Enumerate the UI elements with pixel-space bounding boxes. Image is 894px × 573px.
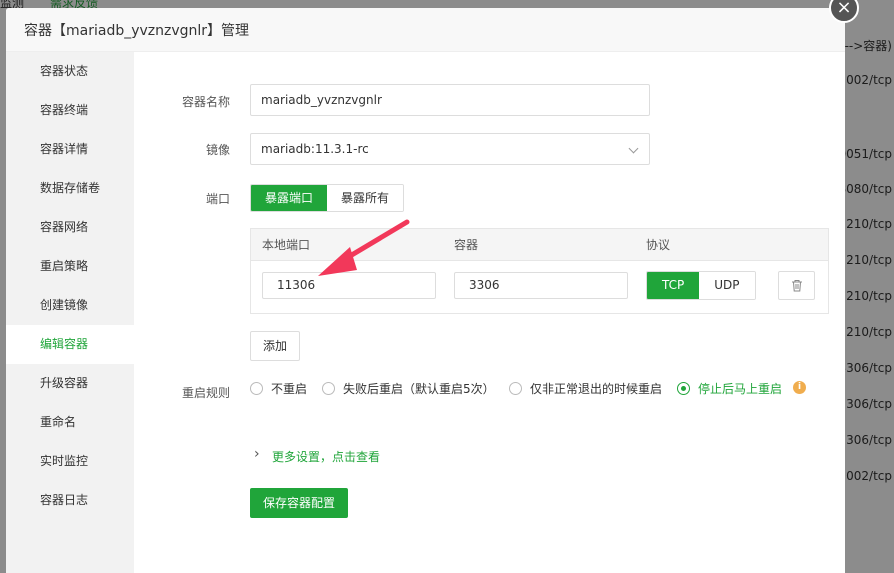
radio-button-checked bbox=[677, 382, 690, 395]
radio-button bbox=[509, 382, 522, 395]
modal-sidebar: 容器状态 容器终端 容器详情 数据存储卷 容器网络 重启策略 创建镜像 编辑容器… bbox=[6, 52, 134, 573]
restart-option-label: 失败后重启（默认重启5次） bbox=[343, 382, 495, 396]
modal-header: 容器【mariadb_yvznzvgnlr】管理 bbox=[6, 8, 845, 52]
restart-option-abnormal-exit[interactable]: 仅非正常退出的时候重启 bbox=[509, 380, 662, 397]
header-local-port: 本地端口 bbox=[262, 238, 311, 252]
restart-option-always[interactable]: 停止后马上重启 bbox=[677, 380, 782, 397]
modal-title: 容器【mariadb_yvznzvgnlr】管理 bbox=[24, 22, 250, 39]
restart-option-on-failure[interactable]: 失败后重启（默认重启5次） bbox=[322, 380, 495, 397]
sidebar-item-upgrade[interactable]: 升级容器 bbox=[6, 364, 134, 403]
port-mode-toggle: 暴露端口 暴露所有 bbox=[250, 184, 405, 212]
image-label: 镜像 bbox=[205, 143, 230, 157]
info-icon[interactable]: i bbox=[793, 381, 806, 394]
sidebar-item-create-image[interactable]: 创建镜像 bbox=[6, 286, 134, 325]
more-settings-link[interactable]: 更多设置，点击查看 bbox=[272, 448, 380, 465]
radio-button bbox=[322, 382, 335, 395]
protocol-toggle: TCP UDP bbox=[646, 271, 756, 300]
sidebar-item-monitor[interactable]: 实时监控 bbox=[6, 442, 134, 481]
restart-option-label: 不重启 bbox=[271, 382, 308, 396]
restart-option-label: 仅非正常退出的时候重启 bbox=[530, 382, 663, 396]
port-label: 端口 bbox=[205, 192, 230, 206]
container-manage-modal: 容器【mariadb_yvznzvgnlr】管理 容器状态 容器终端 容器详情 … bbox=[6, 8, 845, 573]
sidebar-item-edit-container[interactable]: 编辑容器 bbox=[6, 325, 134, 364]
trash-icon bbox=[791, 280, 802, 292]
sidebar-item-terminal[interactable]: 容器终端 bbox=[6, 91, 134, 130]
protocol-tcp-button[interactable]: TCP bbox=[647, 272, 700, 299]
image-select-value: mariadb:11.3.1-rc bbox=[261, 142, 369, 156]
header-protocol: 协议 bbox=[646, 238, 671, 252]
restart-option-label: 停止后马上重启 bbox=[698, 382, 783, 396]
header-container-port: 容器 bbox=[454, 238, 479, 252]
sidebar-item-status[interactable]: 容器状态 bbox=[6, 52, 134, 91]
expose-port-button[interactable]: 暴露端口 bbox=[251, 185, 328, 211]
edit-container-form: 容器名称 mariadb_yvznzvgnlr 镜像 mariadb:11.3.… bbox=[134, 52, 845, 573]
restart-rule-label: 重启规则 bbox=[181, 386, 230, 400]
chevron-down-icon bbox=[628, 143, 639, 154]
sidebar-item-rename[interactable]: 重命名 bbox=[6, 403, 134, 442]
container-name-label: 容器名称 bbox=[181, 95, 230, 109]
protocol-udp-button[interactable]: UDP bbox=[699, 272, 755, 299]
container-port-input[interactable]: 3306 bbox=[454, 272, 628, 299]
radio-button bbox=[250, 382, 263, 395]
expose-all-button[interactable]: 暴露所有 bbox=[327, 185, 404, 211]
delete-port-button[interactable] bbox=[778, 271, 815, 300]
local-port-input[interactable]: 11306 bbox=[262, 272, 436, 299]
container-name-input[interactable]: mariadb_yvznzvgnlr bbox=[250, 84, 650, 116]
port-table-header: 本地端口 容器 协议 bbox=[251, 229, 828, 261]
sidebar-item-details[interactable]: 容器详情 bbox=[6, 130, 134, 169]
chevron-right-icon: › bbox=[254, 446, 260, 462]
sidebar-item-restart-policy[interactable]: 重启策略 bbox=[6, 247, 134, 286]
sidebar-item-volumes[interactable]: 数据存储卷 bbox=[6, 169, 134, 208]
restart-option-no[interactable]: 不重启 bbox=[250, 380, 307, 397]
add-port-button[interactable]: 添加 bbox=[250, 331, 301, 361]
save-container-config-button[interactable]: 保存容器配置 bbox=[250, 488, 349, 518]
sidebar-item-network[interactable]: 容器网络 bbox=[6, 208, 134, 247]
sidebar-item-logs[interactable]: 容器日志 bbox=[6, 481, 134, 520]
image-select[interactable]: mariadb:11.3.1-rc bbox=[250, 133, 650, 165]
port-mapping-table: 本地端口 容器 协议 11306 3306 TCP UDP bbox=[250, 228, 829, 314]
